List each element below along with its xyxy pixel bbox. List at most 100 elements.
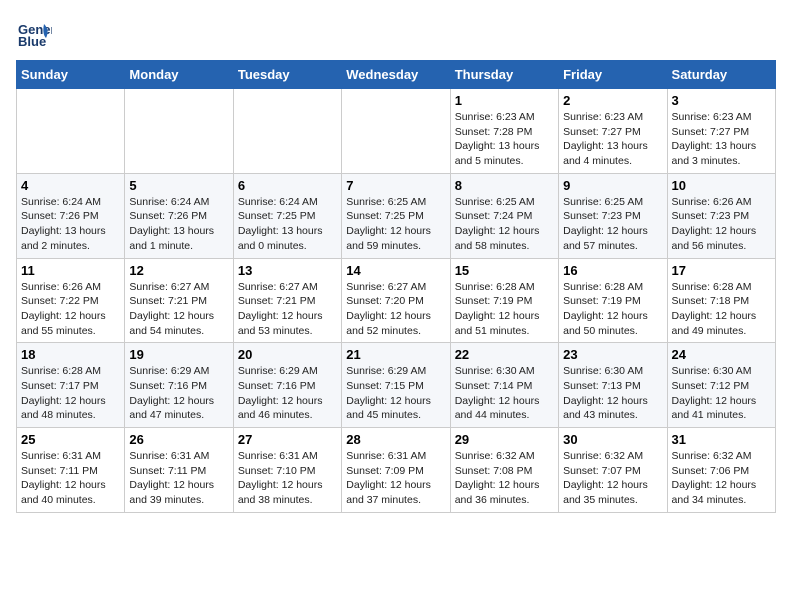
day-info: Sunrise: 6:31 AM Sunset: 7:11 PM Dayligh… xyxy=(21,449,120,508)
day-info: Sunrise: 6:29 AM Sunset: 7:16 PM Dayligh… xyxy=(238,364,337,423)
day-number: 19 xyxy=(129,347,228,362)
day-number: 2 xyxy=(563,93,662,108)
day-number: 29 xyxy=(455,432,554,447)
day-number: 12 xyxy=(129,263,228,278)
day-number: 27 xyxy=(238,432,337,447)
calendar-cell: 13 Sunrise: 6:27 AM Sunset: 7:21 PM Dayli… xyxy=(233,258,341,343)
day-info: Sunrise: 6:24 AM Sunset: 7:26 PM Dayligh… xyxy=(21,195,120,254)
day-number: 20 xyxy=(238,347,337,362)
calendar-header-row: SundayMondayTuesdayWednesdayThursdayFrid… xyxy=(17,61,776,89)
calendar-cell: 21Sunrise: 6:29 AM Sunset: 7:15 PM Dayli… xyxy=(342,343,450,428)
day-info: Sunrise: 6:31 AM Sunset: 7:10 PM Dayligh… xyxy=(238,449,337,508)
calendar-cell: 2 Sunrise: 6:23 AM Sunset: 7:27 PM Daylig… xyxy=(559,89,667,174)
calendar-cell xyxy=(17,89,125,174)
calendar-cell: 25 Sunrise: 6:31 AM Sunset: 7:11 PM Dayli… xyxy=(17,428,125,513)
day-info: Sunrise: 6:24 AM Sunset: 7:25 PM Dayligh… xyxy=(238,195,337,254)
day-info: Sunrise: 6:32 AM Sunset: 7:06 PM Dayligh… xyxy=(672,449,771,508)
calendar-week-row: 25 Sunrise: 6:31 AM Sunset: 7:11 PM Dayli… xyxy=(17,428,776,513)
weekday-header: Tuesday xyxy=(233,61,341,89)
calendar-cell: 15 Sunrise: 6:28 AM Sunset: 7:19 PM Dayli… xyxy=(450,258,558,343)
day-info: Sunrise: 6:28 AM Sunset: 7:17 PM Dayligh… xyxy=(21,364,120,423)
calendar-cell xyxy=(125,89,233,174)
calendar-cell: 23 Sunrise: 6:30 AM Sunset: 7:13 PM Dayli… xyxy=(559,343,667,428)
day-number: 14 xyxy=(346,263,445,278)
calendar-cell: 4 Sunrise: 6:24 AM Sunset: 7:26 PM Daylig… xyxy=(17,173,125,258)
day-info: Sunrise: 6:31 AM Sunset: 7:09 PM Dayligh… xyxy=(346,449,445,508)
day-info: Sunrise: 6:25 AM Sunset: 7:24 PM Dayligh… xyxy=(455,195,554,254)
calendar-cell: 22Sunrise: 6:30 AM Sunset: 7:14 PM Dayli… xyxy=(450,343,558,428)
day-number: 25 xyxy=(21,432,120,447)
day-info: Sunrise: 6:31 AM Sunset: 7:11 PM Dayligh… xyxy=(129,449,228,508)
day-number: 11 xyxy=(21,263,120,278)
day-info: Sunrise: 6:30 AM Sunset: 7:14 PM Dayligh… xyxy=(455,364,554,423)
weekday-header: Friday xyxy=(559,61,667,89)
day-number: 23 xyxy=(563,347,662,362)
calendar-cell: 31 Sunrise: 6:32 AM Sunset: 7:06 PM Dayli… xyxy=(667,428,775,513)
day-info: Sunrise: 6:32 AM Sunset: 7:08 PM Dayligh… xyxy=(455,449,554,508)
day-info: Sunrise: 6:30 AM Sunset: 7:12 PM Dayligh… xyxy=(672,364,771,423)
day-number: 3 xyxy=(672,93,771,108)
day-number: 4 xyxy=(21,178,120,193)
calendar-cell: 5 Sunrise: 6:24 AM Sunset: 7:26 PM Daylig… xyxy=(125,173,233,258)
calendar-week-row: 4 Sunrise: 6:24 AM Sunset: 7:26 PM Daylig… xyxy=(17,173,776,258)
day-number: 17 xyxy=(672,263,771,278)
weekday-header: Thursday xyxy=(450,61,558,89)
calendar-cell: 12 Sunrise: 6:27 AM Sunset: 7:21 PM Dayli… xyxy=(125,258,233,343)
day-info: Sunrise: 6:28 AM Sunset: 7:18 PM Dayligh… xyxy=(672,280,771,339)
calendar-cell: 6Sunrise: 6:24 AM Sunset: 7:25 PM Daylig… xyxy=(233,173,341,258)
calendar-cell xyxy=(342,89,450,174)
calendar-cell: 9 Sunrise: 6:25 AM Sunset: 7:23 PM Daylig… xyxy=(559,173,667,258)
day-info: Sunrise: 6:27 AM Sunset: 7:21 PM Dayligh… xyxy=(238,280,337,339)
calendar-table: SundayMondayTuesdayWednesdayThursdayFrid… xyxy=(16,60,776,513)
calendar-cell: 30Sunrise: 6:32 AM Sunset: 7:07 PM Dayli… xyxy=(559,428,667,513)
day-number: 13 xyxy=(238,263,337,278)
logo: General Blue xyxy=(16,16,56,52)
page-header: General Blue xyxy=(16,16,776,52)
day-info: Sunrise: 6:23 AM Sunset: 7:27 PM Dayligh… xyxy=(563,110,662,169)
day-number: 5 xyxy=(129,178,228,193)
day-number: 26 xyxy=(129,432,228,447)
calendar-cell: 17 Sunrise: 6:28 AM Sunset: 7:18 PM Dayli… xyxy=(667,258,775,343)
day-info: Sunrise: 6:24 AM Sunset: 7:26 PM Dayligh… xyxy=(129,195,228,254)
day-number: 9 xyxy=(563,178,662,193)
day-info: Sunrise: 6:29 AM Sunset: 7:15 PM Dayligh… xyxy=(346,364,445,423)
day-info: Sunrise: 6:27 AM Sunset: 7:21 PM Dayligh… xyxy=(129,280,228,339)
day-info: Sunrise: 6:25 AM Sunset: 7:23 PM Dayligh… xyxy=(563,195,662,254)
weekday-header: Sunday xyxy=(17,61,125,89)
day-number: 28 xyxy=(346,432,445,447)
day-info: Sunrise: 6:29 AM Sunset: 7:16 PM Dayligh… xyxy=(129,364,228,423)
calendar-cell xyxy=(233,89,341,174)
weekday-header: Monday xyxy=(125,61,233,89)
day-number: 1 xyxy=(455,93,554,108)
calendar-cell: 16 Sunrise: 6:28 AM Sunset: 7:19 PM Dayli… xyxy=(559,258,667,343)
calendar-cell: 24 Sunrise: 6:30 AM Sunset: 7:12 PM Dayli… xyxy=(667,343,775,428)
calendar-cell: 7 Sunrise: 6:25 AM Sunset: 7:25 PM Daylig… xyxy=(342,173,450,258)
calendar-cell: 27 Sunrise: 6:31 AM Sunset: 7:10 PM Dayli… xyxy=(233,428,341,513)
calendar-cell: 14 Sunrise: 6:27 AM Sunset: 7:20 PM Dayli… xyxy=(342,258,450,343)
day-info: Sunrise: 6:27 AM Sunset: 7:20 PM Dayligh… xyxy=(346,280,445,339)
day-info: Sunrise: 6:25 AM Sunset: 7:25 PM Dayligh… xyxy=(346,195,445,254)
calendar-cell: 11 Sunrise: 6:26 AM Sunset: 7:22 PM Dayli… xyxy=(17,258,125,343)
day-number: 15 xyxy=(455,263,554,278)
day-info: Sunrise: 6:30 AM Sunset: 7:13 PM Dayligh… xyxy=(563,364,662,423)
day-number: 16 xyxy=(563,263,662,278)
calendar-week-row: 11 Sunrise: 6:26 AM Sunset: 7:22 PM Dayli… xyxy=(17,258,776,343)
calendar-week-row: 18 Sunrise: 6:28 AM Sunset: 7:17 PM Dayli… xyxy=(17,343,776,428)
day-number: 24 xyxy=(672,347,771,362)
day-number: 7 xyxy=(346,178,445,193)
calendar-cell: 10Sunrise: 6:26 AM Sunset: 7:23 PM Dayli… xyxy=(667,173,775,258)
calendar-cell: 3 Sunrise: 6:23 AM Sunset: 7:27 PM Daylig… xyxy=(667,89,775,174)
weekday-header: Saturday xyxy=(667,61,775,89)
calendar-cell: 19 Sunrise: 6:29 AM Sunset: 7:16 PM Dayli… xyxy=(125,343,233,428)
day-info: Sunrise: 6:23 AM Sunset: 7:28 PM Dayligh… xyxy=(455,110,554,169)
day-info: Sunrise: 6:26 AM Sunset: 7:22 PM Dayligh… xyxy=(21,280,120,339)
day-number: 18 xyxy=(21,347,120,362)
day-number: 31 xyxy=(672,432,771,447)
day-info: Sunrise: 6:28 AM Sunset: 7:19 PM Dayligh… xyxy=(563,280,662,339)
calendar-cell: 29 Sunrise: 6:32 AM Sunset: 7:08 PM Dayli… xyxy=(450,428,558,513)
day-info: Sunrise: 6:23 AM Sunset: 7:27 PM Dayligh… xyxy=(672,110,771,169)
day-info: Sunrise: 6:28 AM Sunset: 7:19 PM Dayligh… xyxy=(455,280,554,339)
calendar-cell: 1 Sunrise: 6:23 AM Sunset: 7:28 PM Daylig… xyxy=(450,89,558,174)
day-info: Sunrise: 6:26 AM Sunset: 7:23 PM Dayligh… xyxy=(672,195,771,254)
logo-icon: General Blue xyxy=(16,16,52,52)
